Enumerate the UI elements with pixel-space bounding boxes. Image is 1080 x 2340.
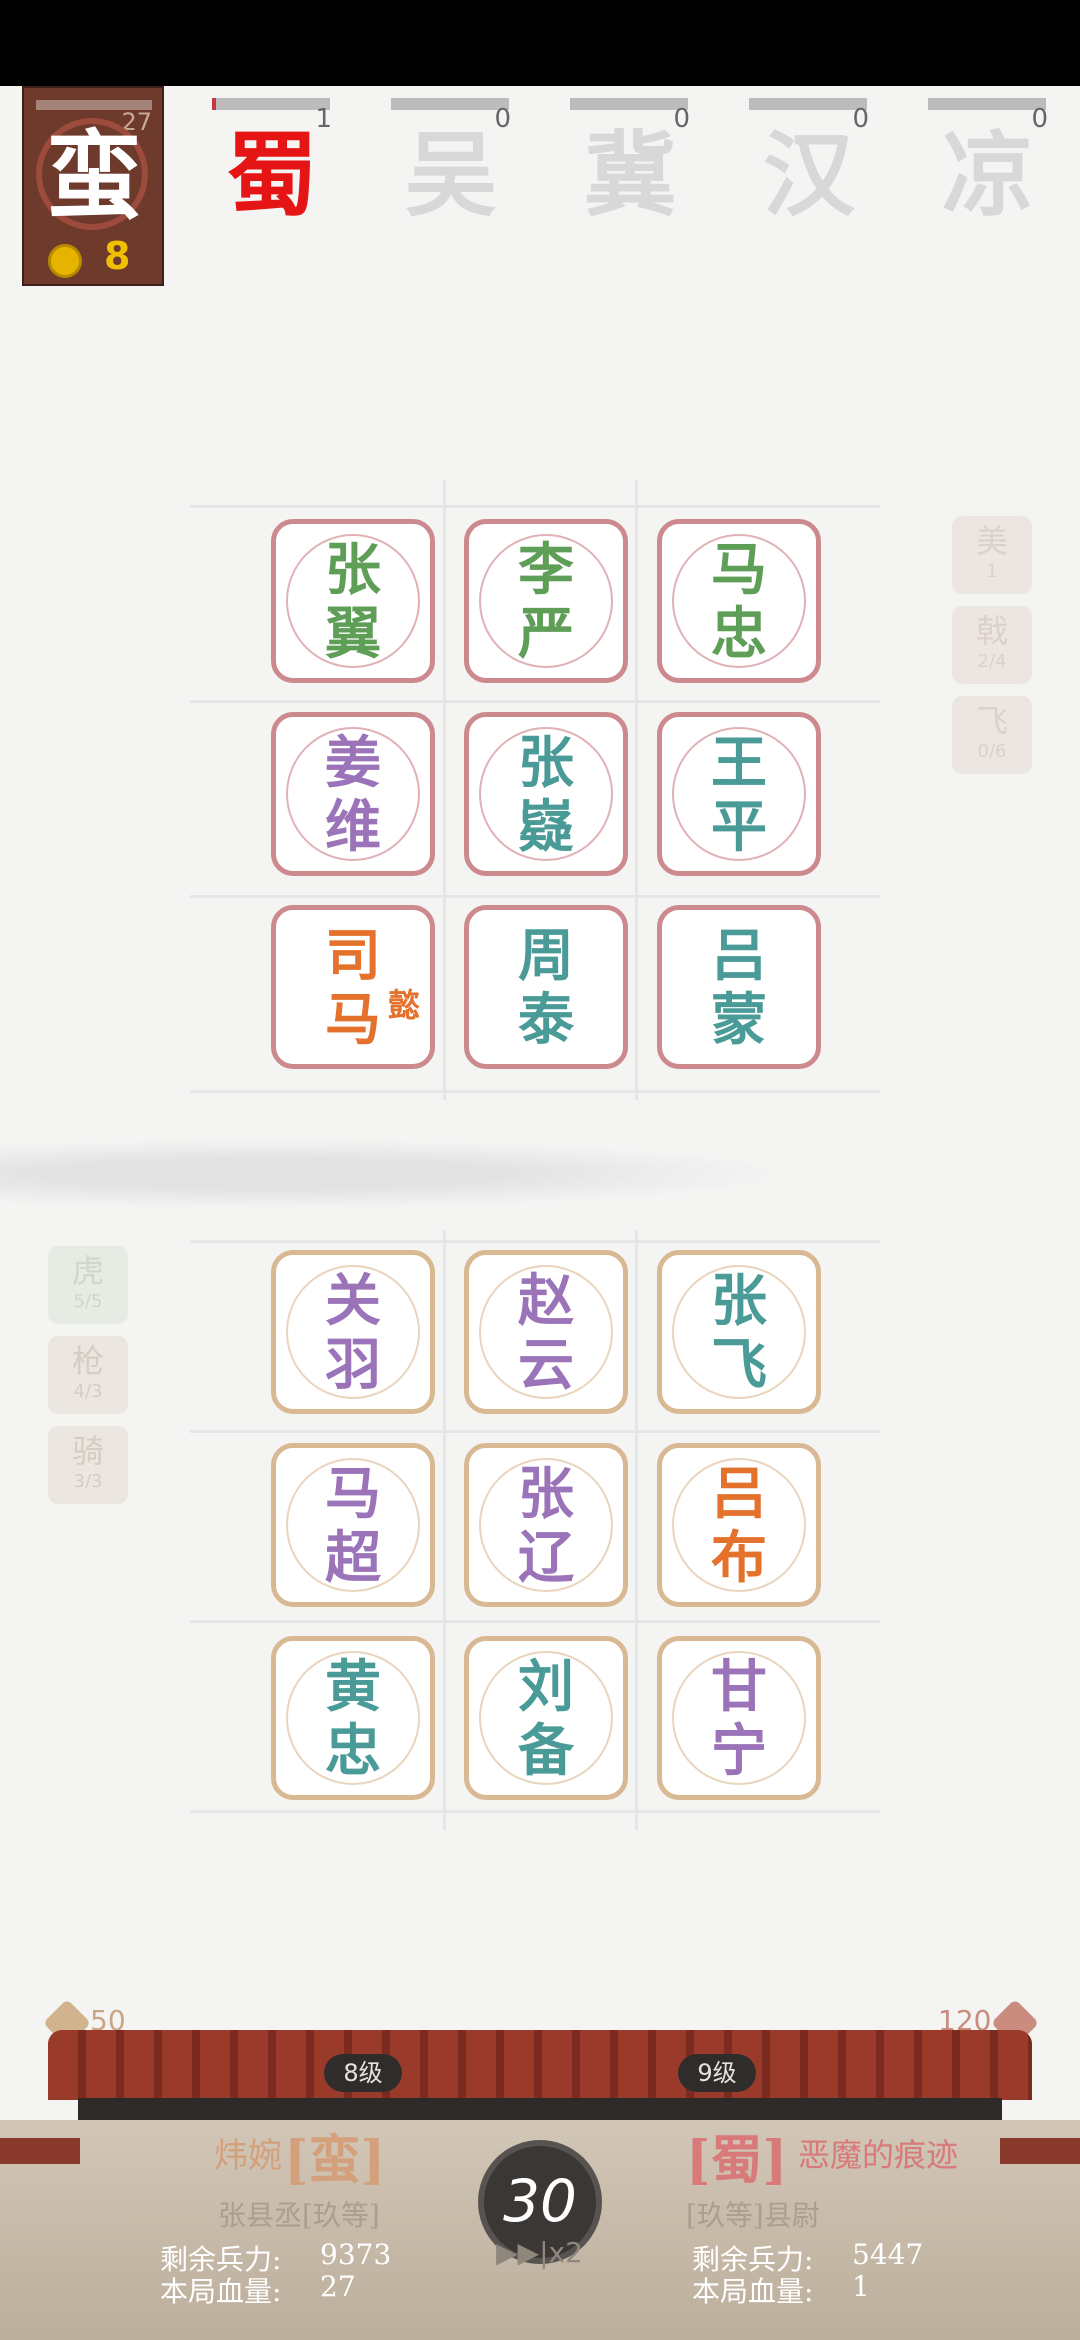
enemy-unit-tile[interactable]: 李严 bbox=[464, 519, 628, 683]
right-troops-value: 5447 bbox=[852, 2238, 924, 2271]
player-unit-tile[interactable]: 张辽 bbox=[464, 1443, 628, 1607]
faction-name: 蜀 bbox=[225, 121, 318, 229]
player-card[interactable]: 27 蛮 8 bbox=[22, 86, 164, 286]
faction-wu[interactable]: 0 吴 bbox=[391, 86, 511, 236]
faction-ji[interactable]: 0 冀 bbox=[570, 86, 690, 236]
right-player-title: [玖等]县尉 bbox=[686, 2199, 820, 2232]
right-faction-tag: [蜀] bbox=[686, 2130, 788, 2191]
enemy-unit-tile[interactable]: 吕蒙 bbox=[657, 905, 821, 1069]
speed-toggle-button[interactable]: ▶▶|x2 bbox=[496, 2236, 583, 2269]
enemy-unit-tile[interactable]: 姜维 bbox=[271, 712, 435, 876]
enemy-unit-tile[interactable]: 周泰 bbox=[464, 905, 628, 1069]
left-faction-tag: [蛮] bbox=[284, 2130, 386, 2191]
right-hp-label: 本局血量: bbox=[692, 2275, 814, 2308]
player-buff[interactable]: 枪 4/3 bbox=[48, 1336, 128, 1414]
left-level-badge: 8级 bbox=[324, 2054, 402, 2092]
left-player-title: 张县丞[玖等] bbox=[218, 2199, 380, 2232]
faction-han[interactable]: 0 汉 bbox=[749, 86, 869, 236]
left-troops-value: 9373 bbox=[320, 2238, 392, 2271]
enemy-unit-tile[interactable]: 张嶷 bbox=[464, 712, 628, 876]
player-unit-tile[interactable]: 黄忠 bbox=[271, 1636, 435, 1800]
faction-name: 吴 bbox=[404, 121, 497, 229]
player-unit-tile[interactable]: 张飞 bbox=[657, 1250, 821, 1414]
player-coins: 8 bbox=[104, 234, 131, 278]
player-unit-tile[interactable]: 刘备 bbox=[464, 1636, 628, 1800]
right-level-badge: 9级 bbox=[678, 2054, 756, 2092]
player-unit-tile[interactable]: 赵云 bbox=[464, 1250, 628, 1414]
coin-icon bbox=[48, 244, 82, 278]
right-player-name: 恶魔的痕迹 bbox=[798, 2136, 959, 2174]
player-faction-char: 蛮 bbox=[46, 120, 142, 233]
left-player-name: 炜婉 bbox=[214, 2136, 282, 2176]
faction-shu[interactable]: 1 蜀 bbox=[212, 86, 332, 236]
mist-decoration bbox=[0, 1120, 1080, 1210]
player-buff[interactable]: 虎 5/5 bbox=[48, 1246, 128, 1324]
right-hp-value: 1 bbox=[852, 2270, 870, 2303]
enemy-unit-tile[interactable]: 张翼 bbox=[271, 519, 435, 683]
player-unit-tile[interactable]: 甘宁 bbox=[657, 1636, 821, 1800]
roof-decoration bbox=[48, 2030, 1032, 2122]
enemy-buff[interactable]: 美1 bbox=[952, 516, 1032, 594]
player-unit-tile[interactable]: 关羽 bbox=[271, 1250, 435, 1414]
player-buff[interactable]: 骑 3/3 bbox=[48, 1426, 128, 1504]
player-unit-tile[interactable]: 吕布 bbox=[657, 1443, 821, 1607]
enemy-buff[interactable]: 戟 2/4 bbox=[952, 606, 1032, 684]
enemy-unit-tile[interactable]: 司马懿 bbox=[271, 905, 435, 1069]
faction-name: 冀 bbox=[583, 121, 676, 229]
faction-name: 凉 bbox=[941, 121, 1034, 229]
status-bar bbox=[0, 0, 1080, 86]
enemy-buff[interactable]: 飞 0/6 bbox=[952, 696, 1032, 774]
enemy-unit-tile[interactable]: 马忠 bbox=[657, 519, 821, 683]
faction-liang[interactable]: 0 凉 bbox=[928, 86, 1048, 236]
enemy-unit-tile[interactable]: 王平 bbox=[657, 712, 821, 876]
faction-name: 汉 bbox=[762, 121, 855, 229]
left-hp-value: 27 bbox=[320, 2270, 356, 2303]
player-unit-tile[interactable]: 马超 bbox=[271, 1443, 435, 1607]
left-hp-label: 本局血量: bbox=[160, 2275, 282, 2308]
